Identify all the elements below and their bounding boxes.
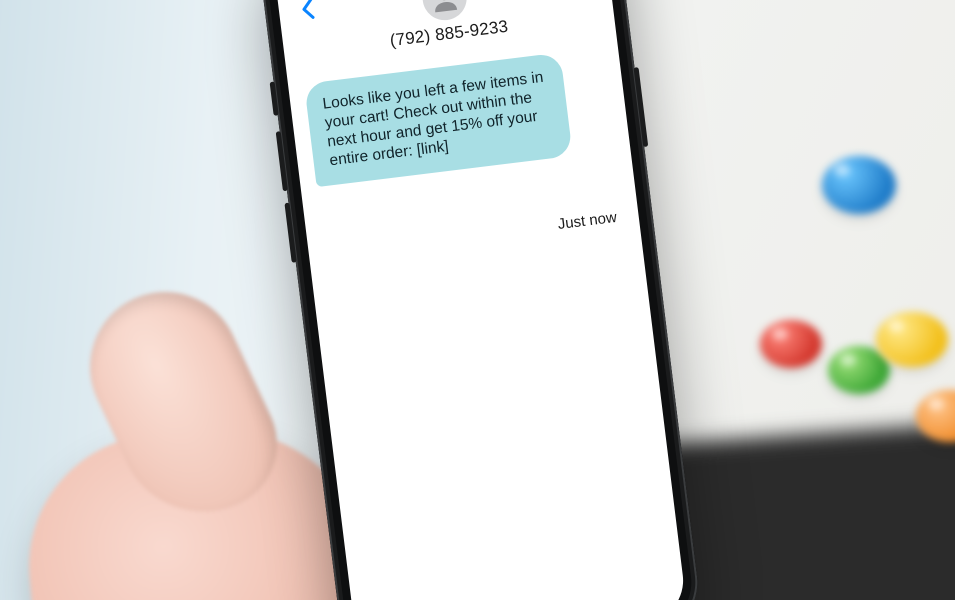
message-timestamp: Just now bbox=[324, 209, 618, 262]
back-button[interactable] bbox=[291, 0, 322, 25]
background-candy-yellow bbox=[876, 312, 948, 367]
phone-screen: (792) 885-9233 Looks like you left a few… bbox=[272, 0, 688, 600]
incoming-message-bubble[interactable]: Looks like you left a few items in your … bbox=[304, 52, 573, 186]
background-candy-red bbox=[760, 320, 822, 368]
scene-background: (792) 885-9233 Looks like you left a few… bbox=[0, 0, 955, 600]
contact-avatar[interactable] bbox=[420, 0, 469, 23]
messages-area[interactable]: Looks like you left a few items in your … bbox=[286, 24, 640, 264]
background-candy-blue bbox=[822, 156, 896, 214]
